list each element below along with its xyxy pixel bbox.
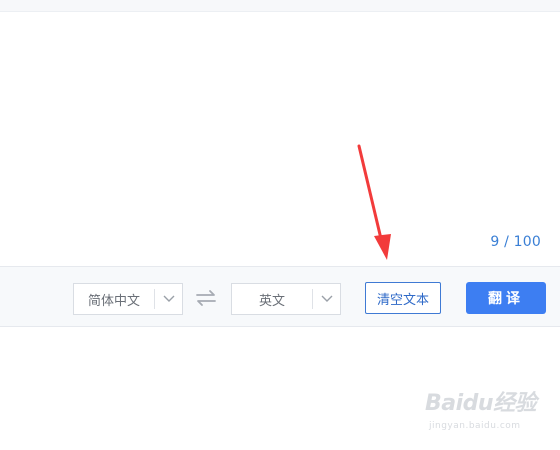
clear-text-button[interactable]: 清空文本 (365, 282, 441, 314)
baidu-jingyan-watermark: Baidu经验 jingyan.baidu.com (425, 385, 555, 441)
swap-languages-icon[interactable] (195, 287, 217, 309)
source-text-input[interactable]: 9 / 100 (0, 13, 560, 266)
annotation-arrow-icon (357, 144, 391, 260)
chevron-down-icon (155, 284, 182, 314)
watermark-logo: Baidu经验 (425, 391, 537, 416)
watermark-url: jingyan.baidu.com (429, 421, 521, 431)
top-strip (0, 0, 560, 12)
char-counter: 9 / 100 (490, 234, 541, 250)
source-language-label: 简体中文 (87, 293, 140, 309)
source-language-select[interactable]: 简体中文 (73, 283, 183, 315)
target-language-label: 英文 (258, 293, 285, 309)
chevron-down-icon (313, 284, 340, 314)
translate-button[interactable]: 翻译 (466, 282, 546, 314)
translator-page: 9 / 100 简体中文 英文 清空文本 翻译 Baidu经验 jingyan.… (0, 0, 560, 450)
target-language-select[interactable]: 英文 (231, 283, 341, 315)
